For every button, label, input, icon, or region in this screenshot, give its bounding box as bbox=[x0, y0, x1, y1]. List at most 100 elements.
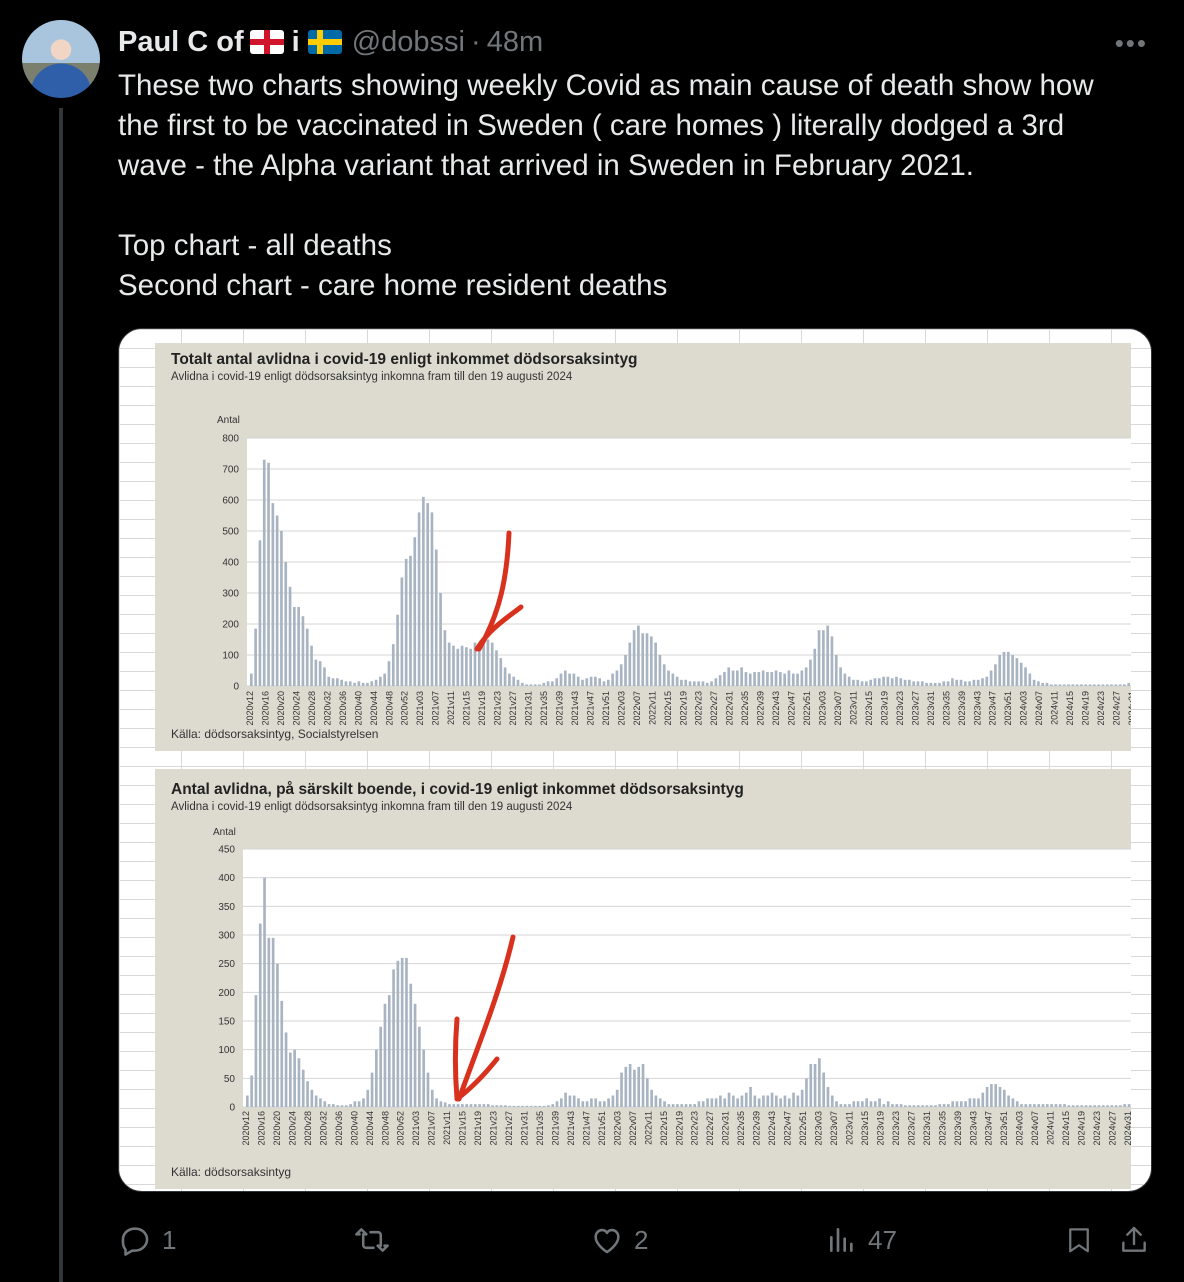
bookmark-button[interactable] bbox=[1064, 1218, 1094, 1262]
bar bbox=[473, 1104, 477, 1107]
bar bbox=[675, 676, 679, 686]
y-tick-label: 400 bbox=[218, 873, 235, 884]
bar bbox=[396, 614, 399, 686]
x-tick-label: 2021v19 bbox=[473, 1111, 483, 1146]
x-tick-label: 2020v48 bbox=[384, 691, 394, 726]
timestamp[interactable]: 48m bbox=[487, 26, 543, 59]
x-tick-label: 2020v36 bbox=[338, 691, 348, 726]
bar bbox=[430, 1089, 434, 1107]
x-tick-label: 2021v03 bbox=[411, 1111, 421, 1146]
x-tick-label: 2024v23 bbox=[1096, 691, 1106, 726]
bar bbox=[512, 676, 516, 686]
bar bbox=[529, 1105, 533, 1107]
bar bbox=[1050, 1104, 1053, 1107]
bar bbox=[963, 681, 967, 686]
bar bbox=[366, 682, 369, 686]
x-tick-label: 2020v20 bbox=[276, 691, 286, 726]
avatar[interactable] bbox=[22, 20, 100, 98]
bar bbox=[925, 1105, 929, 1107]
bar bbox=[576, 676, 580, 686]
x-tick-label: 2024v03 bbox=[1019, 691, 1029, 726]
bar bbox=[1110, 684, 1113, 686]
bar bbox=[856, 1101, 860, 1107]
bar bbox=[637, 1066, 641, 1107]
bar bbox=[856, 679, 860, 686]
chart-care-home-deaths: Antal 0 50 100 150 200 250 300 350 400 450 2020v12 2… bbox=[213, 827, 1131, 1146]
bar bbox=[920, 681, 924, 686]
user-handle[interactable]: @dobssi bbox=[352, 26, 465, 59]
bar bbox=[925, 682, 928, 686]
bar bbox=[383, 673, 386, 686]
reply-button[interactable]: 1 bbox=[118, 1218, 176, 1262]
bar bbox=[847, 676, 851, 686]
bar bbox=[951, 678, 954, 686]
bar bbox=[620, 1072, 623, 1107]
bar bbox=[895, 676, 898, 686]
bar bbox=[452, 1104, 456, 1107]
retweet-button[interactable] bbox=[354, 1218, 400, 1262]
bar bbox=[1063, 1104, 1066, 1107]
bar bbox=[486, 639, 490, 686]
bar bbox=[985, 1086, 989, 1107]
tweet-media-image[interactable]: Antal 0 100 200 300 400 500 600 700 800 2020v12 202… bbox=[118, 328, 1152, 1192]
bar bbox=[826, 625, 829, 686]
bar bbox=[1101, 684, 1105, 686]
bar bbox=[689, 1104, 692, 1107]
like-button[interactable]: 2 bbox=[590, 1218, 648, 1262]
bar bbox=[336, 678, 339, 686]
bar bbox=[805, 1078, 808, 1107]
bar bbox=[1007, 1095, 1010, 1107]
y-tick-label: 50 bbox=[224, 1074, 236, 1085]
bar bbox=[938, 682, 941, 686]
bar bbox=[1123, 1104, 1127, 1107]
bar bbox=[374, 679, 378, 686]
bar bbox=[362, 1098, 365, 1107]
bar bbox=[508, 1105, 512, 1107]
bar bbox=[783, 673, 786, 686]
bar bbox=[998, 655, 1002, 686]
x-tick-label: 2020v28 bbox=[303, 1111, 313, 1146]
bar bbox=[495, 1105, 499, 1107]
bar bbox=[779, 672, 782, 686]
bar bbox=[1002, 1089, 1006, 1107]
x-tick-label: 2022v47 bbox=[787, 691, 797, 726]
more-options-icon[interactable]: ••• bbox=[1115, 28, 1148, 59]
bar bbox=[701, 1101, 705, 1107]
share-button[interactable] bbox=[1118, 1218, 1150, 1262]
x-tick-label: 2021v11 bbox=[446, 691, 456, 725]
bar bbox=[1054, 684, 1057, 686]
chart-source: Källa: dödsorsaksintyg bbox=[171, 1165, 292, 1179]
bar bbox=[482, 1104, 486, 1107]
x-tick-label: 2021v03 bbox=[415, 691, 425, 726]
display-name[interactable]: Paul C of bbox=[118, 26, 244, 59]
x-tick-label: 2022v23 bbox=[694, 691, 704, 726]
x-tick-label: 2023v47 bbox=[988, 691, 998, 726]
bar bbox=[830, 636, 834, 686]
x-tick-label: 2023v23 bbox=[891, 1111, 901, 1146]
bar bbox=[628, 642, 632, 686]
bar bbox=[650, 1089, 653, 1107]
bar bbox=[563, 670, 567, 686]
y-tick-label: 400 bbox=[222, 558, 239, 569]
bar bbox=[434, 549, 438, 686]
y-tick-label: 600 bbox=[222, 496, 239, 507]
views-button[interactable]: 47 bbox=[826, 1218, 897, 1262]
bar bbox=[585, 678, 589, 686]
bar bbox=[964, 1101, 967, 1107]
x-tick-label: 2022v15 bbox=[659, 1111, 669, 1146]
bar bbox=[430, 512, 434, 686]
x-tick-label: 2021v39 bbox=[550, 1111, 560, 1146]
bar bbox=[598, 678, 602, 686]
bar bbox=[891, 1104, 894, 1107]
bar bbox=[301, 1069, 305, 1107]
bar bbox=[602, 1101, 606, 1107]
bar bbox=[396, 960, 400, 1107]
chart-panel-care-home-deaths: Antal 0 50 100 150 200 250 300 350 400 450 2020v12 2… bbox=[155, 769, 1131, 1189]
bar bbox=[581, 1101, 585, 1107]
x-tick-label: 2023v11 bbox=[844, 1111, 854, 1145]
x-tick-label: 2021v11 bbox=[442, 1111, 452, 1145]
bar bbox=[606, 679, 610, 686]
bar bbox=[379, 676, 382, 686]
bar bbox=[723, 672, 726, 686]
x-tick-label: 2023v51 bbox=[999, 1111, 1009, 1146]
